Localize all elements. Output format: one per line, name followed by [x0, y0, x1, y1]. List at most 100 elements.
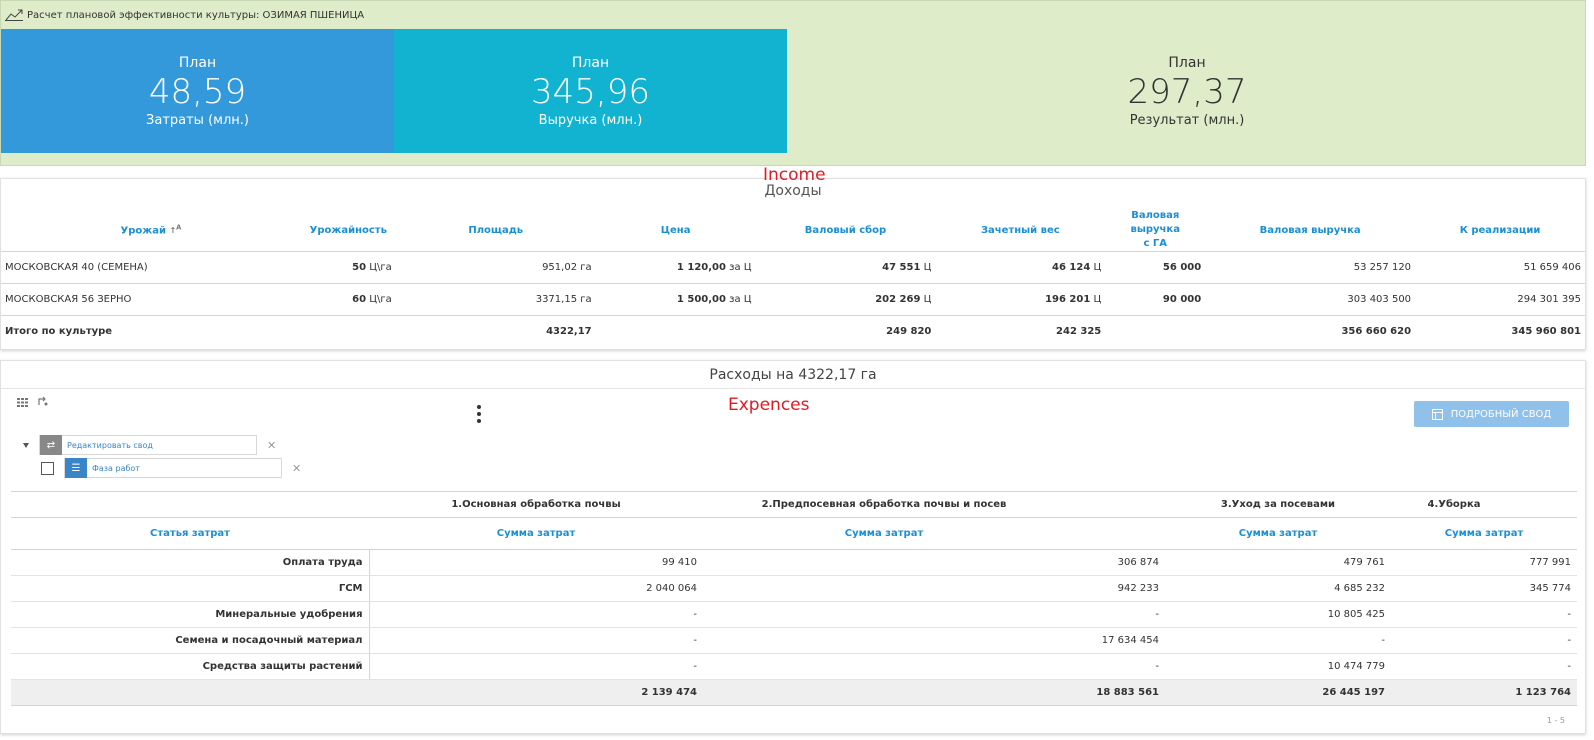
phase-header[interactable]: 1.Основная обработка почвы [369, 491, 703, 518]
phase-header[interactable]: 2.Предпосевная обработка почвы и посев [703, 491, 1165, 518]
cost-value-cell: 2 040 064 [369, 575, 703, 602]
column-header-area[interactable]: Площадь [395, 209, 596, 252]
cost-value-cell: - [369, 653, 703, 680]
total-value-cell: 2 139 474 [369, 679, 703, 706]
cost-value-cell: - [1391, 601, 1577, 628]
total-credit-weight: 242 325 [1056, 326, 1102, 338]
column-header-cost-sum[interactable]: Сумма затрат [1165, 517, 1391, 550]
expenses-annotation: Expences [728, 395, 810, 415]
column-header-gross-revenue[interactable]: Валовая выручка [1205, 209, 1416, 252]
kpi-costs-value: 48,59 [148, 72, 247, 112]
measure-header-row: Статья затрат Сумма затрат Сумма затрат … [11, 517, 1577, 550]
cost-item-cell: Семена и посадочный материал [11, 627, 370, 654]
cost-value-cell: 345 774 [1391, 575, 1577, 602]
credit-weight-cell: 46 124 Ц [935, 251, 1106, 284]
empty-cell [596, 316, 756, 348]
more-options-icon[interactable] [473, 405, 485, 425]
table-row[interactable]: Минеральные удобрения - - 10 805 425 - [11, 601, 1577, 628]
gross-revenue-cell: 53 257 120 [1205, 251, 1416, 284]
cost-item-cell: ГСМ [11, 575, 370, 602]
column-header-credit-weight[interactable]: Зачетный вес [935, 209, 1106, 252]
phase-header-row: 1.Основная обработка почвы 2.Предпосевна… [11, 491, 1577, 518]
table-row[interactable]: Средства защиты растений - - 10 474 779 … [11, 653, 1577, 680]
phase-field[interactable]: ☰ Фаза работ [64, 458, 282, 478]
column-header-cost-item[interactable]: Статья затрат [11, 517, 369, 550]
close-icon[interactable]: ✕ [267, 439, 276, 452]
total-area: 4322,17 [546, 326, 592, 338]
column-header-crop[interactable]: Урожай ↑A [1, 209, 301, 252]
grid-view-icon[interactable] [17, 397, 29, 410]
total-row: Итого по культуре 4322,17 249 820 242 32… [1, 316, 1585, 348]
column-header-cost-sum[interactable]: Сумма затрат [703, 517, 1165, 550]
cost-value-cell: 99 410 [369, 549, 703, 576]
income-title: Доходы [764, 183, 822, 199]
table-row[interactable]: Оплата труда 99 410 306 874 479 761 777 … [11, 549, 1577, 576]
sort-icon[interactable]: ↑A [169, 224, 181, 236]
collapse-triangle-icon[interactable] [23, 442, 29, 448]
income-panel: Income Доходы Урожай ↑A Урожайность Площ… [0, 165, 1586, 350]
column-header-price[interactable]: Цена [595, 209, 756, 252]
cost-value-cell: 17 634 454 [703, 627, 1165, 654]
panel-header: Расчет плановой эффективности культуры: … [5, 7, 364, 23]
total-value-cell: 18 883 561 [703, 679, 1165, 706]
cost-value-cell: 306 874 [703, 549, 1165, 576]
costs-kpi-tile[interactable]: План 48,59 Затраты (млн.) [1, 29, 394, 153]
cost-value-cell: - [369, 601, 703, 628]
gross-harvest-cell: 202 269 Ц [755, 283, 936, 316]
kpi-result-label: Результат (млн.) [1129, 113, 1245, 128]
column-header-cost-sum[interactable]: Сумма затрат [369, 517, 703, 550]
yield-cell: 60 Ц\га [300, 283, 396, 316]
pivot-settings-icon[interactable] [37, 395, 49, 410]
kpi-panel: Расчет плановой эффективности культуры: … [0, 0, 1586, 166]
detailed-summary-button[interactable]: ПОДРОБНЫЙ СВОД [1414, 401, 1569, 427]
price-cell: 1 500,00 за Ц [595, 283, 756, 316]
table-row[interactable]: МОСКОВСКАЯ 40 (СЕМЕНА) 50 Ц\га 951,02 га… [1, 251, 1585, 284]
page-title: Расчет плановой эффективности культуры: … [27, 9, 365, 21]
cost-value-cell: - [703, 601, 1165, 628]
cost-value-cell: - [1391, 627, 1577, 654]
empty-cell [11, 679, 369, 706]
trend-chart-icon [5, 9, 23, 21]
kpi-result-value: 297,37 [1127, 72, 1247, 112]
column-header-yield[interactable]: Урожайность [300, 209, 396, 252]
area-cell: 3371,15 га [395, 283, 596, 316]
column-header-gross-harvest[interactable]: Валовый сбор [755, 209, 936, 252]
expenses-table: 1.Основная обработка почвы 2.Предпосевна… [11, 491, 1577, 706]
empty-cell [1105, 316, 1205, 348]
empty-cell [301, 316, 396, 348]
table-row[interactable]: Семена и посадочный материал - 17 634 45… [11, 627, 1577, 654]
kpi-plan-label: План [571, 55, 610, 71]
column-header-for-sale[interactable]: К реализации [1415, 209, 1585, 252]
area-cell: 951,02 га [395, 251, 596, 284]
cost-value-cell: 10 474 779 [1165, 653, 1391, 680]
phase-header[interactable]: 4.Уборка [1391, 491, 1577, 518]
revenue-kpi-tile[interactable]: План 345,96 Выручка (млн.) [394, 29, 787, 153]
cost-item-cell: Средства защиты растений [11, 653, 370, 680]
column-header-cost-sum[interactable]: Сумма затрат [1391, 517, 1577, 550]
cost-value-cell: 479 761 [1165, 549, 1391, 576]
column-header-revenue-per-ha[interactable]: Валовая выручка с ГА [1105, 209, 1206, 252]
table-row[interactable]: ГСМ 2 040 064 942 233 4 685 232 345 774 [11, 575, 1577, 602]
edit-summary-field[interactable]: ⇄ Редактировать свод [39, 435, 257, 455]
for-sale-cell: 51 659 406 [1415, 251, 1585, 284]
cost-value-cell: - [369, 627, 703, 654]
revenue-per-ha-cell: 90 000 [1105, 283, 1206, 316]
total-for-sale: 345 960 801 [1511, 326, 1581, 338]
credit-weight-cell: 196 201 Ц [935, 283, 1106, 316]
detailed-summary-label: ПОДРОБНЫЙ СВОД [1450, 408, 1552, 420]
income-annotation: Income [763, 165, 826, 185]
phase-header[interactable]: 3.Уход за посевами [1165, 491, 1391, 518]
edit-summary-text: Редактировать свод [67, 440, 153, 450]
phase-checkbox[interactable] [41, 461, 54, 475]
expenses-title: Расходы на 4322,17 га [1, 361, 1585, 389]
total-row: 2 139 474 18 883 561 26 445 197 1 123 76… [11, 679, 1577, 706]
close-icon[interactable]: ✕ [292, 462, 301, 475]
total-value-cell: 26 445 197 [1165, 679, 1391, 706]
table-row[interactable]: МОСКОВСКАЯ 56 ЗЕРНО 60 Ц\га 3371,15 га 1… [1, 283, 1585, 316]
total-value-cell: 1 123 764 [1391, 679, 1577, 706]
kpi-revenue-value: 345,96 [531, 72, 650, 112]
result-kpi-tile[interactable]: План 297,37 Результат (млн.) [787, 29, 1587, 153]
gross-harvest-cell: 47 551 Ц [755, 251, 936, 284]
income-header-row: Урожай ↑A Урожайность Площадь Цена Валов… [1, 209, 1585, 252]
cost-value-cell: 10 805 425 [1165, 601, 1391, 628]
